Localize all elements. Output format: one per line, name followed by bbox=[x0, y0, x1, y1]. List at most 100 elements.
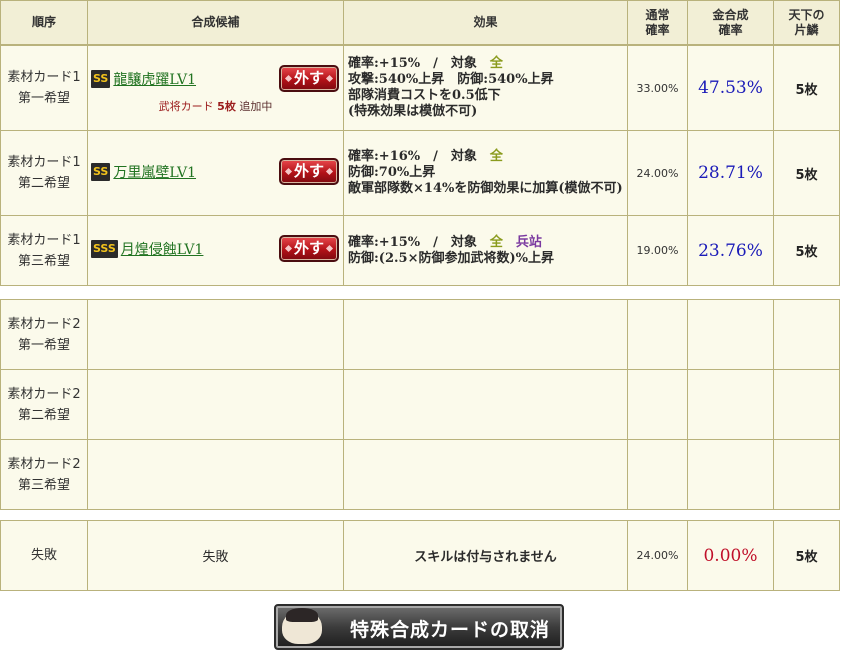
effect-line: 確率:+15% / 対象 全 兵站 bbox=[348, 235, 623, 251]
effect-cell: 確率:+16% / 対象 全 防御:70%上昇 敵軍部隊数×14%を防御効果に加… bbox=[343, 130, 628, 216]
diamond-icon bbox=[325, 244, 334, 253]
fail-normal-rate: 24.00% bbox=[627, 520, 688, 591]
rank-badge: SSS bbox=[91, 240, 118, 258]
fail-order: 失敗 bbox=[0, 520, 88, 591]
target-logistics: 兵站 bbox=[515, 234, 542, 250]
candidate-cell bbox=[87, 299, 344, 370]
normal-rate: 19.00% bbox=[627, 215, 688, 286]
rank-badge: SS bbox=[91, 163, 111, 181]
effect-line: 防御:(2.5×防御参加武将数)%上昇 bbox=[348, 250, 554, 266]
order-label: 素材カード2 bbox=[7, 456, 81, 472]
header-normal-rate-l1: 通常 bbox=[645, 7, 670, 22]
scale-count bbox=[773, 369, 840, 440]
cancel-special-synthesis-button[interactable]: 特殊合成カードの取消 bbox=[274, 604, 564, 650]
fail-scale-count: 5枚 bbox=[773, 520, 840, 591]
remove-label: 外す bbox=[293, 162, 324, 180]
header-gold-rate: 金合成 確率 bbox=[687, 0, 774, 45]
effect-line: 防御:70%上昇 bbox=[348, 165, 436, 180]
normal-rate: 33.00% bbox=[627, 45, 688, 131]
skill-link[interactable]: 龍驤虎躍LV1 bbox=[113, 72, 196, 88]
header-scale-l2: 片鱗 bbox=[794, 22, 819, 37]
remove-label: 外す bbox=[293, 69, 324, 87]
candidate-cell: SSS 月煌侵蝕LV1 外す bbox=[87, 215, 344, 286]
diamond-icon bbox=[284, 167, 293, 176]
header-scale: 天下の 片鱗 bbox=[773, 0, 840, 45]
effect-cell bbox=[343, 369, 628, 440]
header-scale-l1: 天下の bbox=[788, 7, 825, 22]
failure-group: 失敗 失敗 スキルは付与されません 24.00% 0.00% 5枚 bbox=[0, 520, 840, 591]
header-gold-rate-l2: 確率 bbox=[718, 22, 743, 37]
table-row: 素材カード1 第一希望 SS 龍驤虎躍LV1 外す 武将カード 5枚 追加中 確率… bbox=[0, 45, 840, 131]
skill-link[interactable]: 万里嵐壁LV1 bbox=[113, 165, 196, 181]
effect-cell: 確率:+15% / 対象 全 兵站 防御:(2.5×防御参加武将数)%上昇 bbox=[343, 215, 628, 286]
order-cell: 素材カード2 第一希望 bbox=[0, 299, 88, 370]
effect-rate-target: 確率:+15% / 対象 bbox=[348, 56, 490, 71]
cancel-button-label: 特殊合成カードの取消 bbox=[350, 619, 551, 641]
remove-button[interactable]: 外す bbox=[279, 65, 339, 92]
order-cell: 素材カード1 第二希望 bbox=[0, 130, 88, 216]
candidate-cell: SS 龍驤虎躍LV1 外す 武将カード 5枚 追加中 bbox=[87, 45, 344, 131]
table-row: 素材カード2 第二希望 bbox=[0, 369, 840, 440]
order-label: 素材カード1 bbox=[7, 155, 81, 170]
effect-cell: 確率:+15% / 対象 全 攻撃:540%上昇 防御:540%上昇 部隊消費コ… bbox=[343, 45, 628, 131]
effect-cell bbox=[343, 299, 628, 370]
header-gold-rate-l1: 金合成 bbox=[712, 7, 749, 22]
fail-candidate: 失敗 bbox=[87, 520, 344, 591]
effect-line: 確率:+16% / 対象 全 bbox=[348, 149, 623, 165]
remove-button[interactable]: 外す bbox=[279, 158, 339, 185]
remove-label: 外す bbox=[293, 239, 324, 257]
normal-rate: 24.00% bbox=[627, 130, 688, 216]
scale-count bbox=[773, 439, 840, 510]
target-all: 全 bbox=[489, 149, 503, 164]
diamond-icon bbox=[325, 74, 334, 83]
remove-button[interactable]: 外す bbox=[279, 235, 339, 262]
gold-rate: 23.76% bbox=[687, 215, 774, 286]
avatar-icon bbox=[282, 608, 322, 644]
table-row: 素材カード2 第三希望 bbox=[0, 439, 840, 510]
effect-cell bbox=[343, 439, 628, 510]
header-candidate: 合成候補 bbox=[87, 0, 344, 45]
fail-gold-rate: 0.00% bbox=[687, 520, 774, 591]
material-card-1-group: 素材カード1 第一希望 SS 龍驤虎躍LV1 外す 武将カード 5枚 追加中 確率… bbox=[0, 45, 840, 286]
scale-count: 5枚 bbox=[773, 130, 840, 216]
candidate-cell bbox=[87, 439, 344, 510]
header-normal-rate-l2: 確率 bbox=[645, 22, 670, 37]
header-order: 順序 bbox=[0, 0, 88, 45]
diamond-icon bbox=[284, 244, 293, 253]
added-cards-count: 5枚 bbox=[217, 100, 236, 113]
rank-badge: SS bbox=[91, 70, 111, 88]
effect-line: 敵軍部隊数×14%を防御効果に加算(模倣不可) bbox=[348, 181, 623, 196]
gold-rate: 47.53% bbox=[687, 45, 774, 131]
order-label: 素材カード2 bbox=[7, 386, 81, 402]
target-all: 全 bbox=[489, 56, 503, 71]
target-all: 全 bbox=[489, 234, 503, 250]
gold-rate bbox=[687, 369, 774, 440]
header-normal-rate: 通常 確率 bbox=[627, 0, 688, 45]
order-preference: 第三希望 bbox=[17, 477, 70, 493]
order-preference: 第一希望 bbox=[17, 91, 70, 106]
effect-rate-target: 確率:+16% / 対象 bbox=[348, 149, 490, 164]
header-effect: 効果 bbox=[343, 0, 628, 45]
order-label: 素材カード1 bbox=[7, 70, 81, 85]
effect-line: 部隊消費コストを0.5低下 bbox=[348, 88, 501, 103]
order-cell: 素材カード2 第二希望 bbox=[0, 369, 88, 440]
normal-rate bbox=[627, 299, 688, 370]
gold-rate bbox=[687, 439, 774, 510]
table-row: 失敗 失敗 スキルは付与されません 24.00% 0.00% 5枚 bbox=[0, 520, 840, 591]
diamond-icon bbox=[284, 74, 293, 83]
scale-count bbox=[773, 299, 840, 370]
skill-link[interactable]: 月煌侵蝕LV1 bbox=[121, 242, 204, 258]
candidate-cell bbox=[87, 369, 344, 440]
added-cards-prefix: 武将カード bbox=[158, 100, 214, 113]
order-preference: 第二希望 bbox=[17, 176, 70, 191]
effect-line: (特殊効果は模倣不可) bbox=[348, 104, 478, 119]
order-cell: 素材カード1 第一希望 bbox=[0, 45, 88, 131]
gold-rate: 28.71% bbox=[687, 130, 774, 216]
skill-table-header: 順序 合成候補 効果 通常 確率 金合成 確率 天下の 片鱗 bbox=[0, 0, 840, 45]
scale-count: 5枚 bbox=[773, 45, 840, 131]
normal-rate bbox=[627, 439, 688, 510]
diamond-icon bbox=[325, 167, 334, 176]
order-label: 素材カード1 bbox=[7, 232, 81, 248]
order-preference: 第二希望 bbox=[17, 407, 70, 423]
gold-rate bbox=[687, 299, 774, 370]
